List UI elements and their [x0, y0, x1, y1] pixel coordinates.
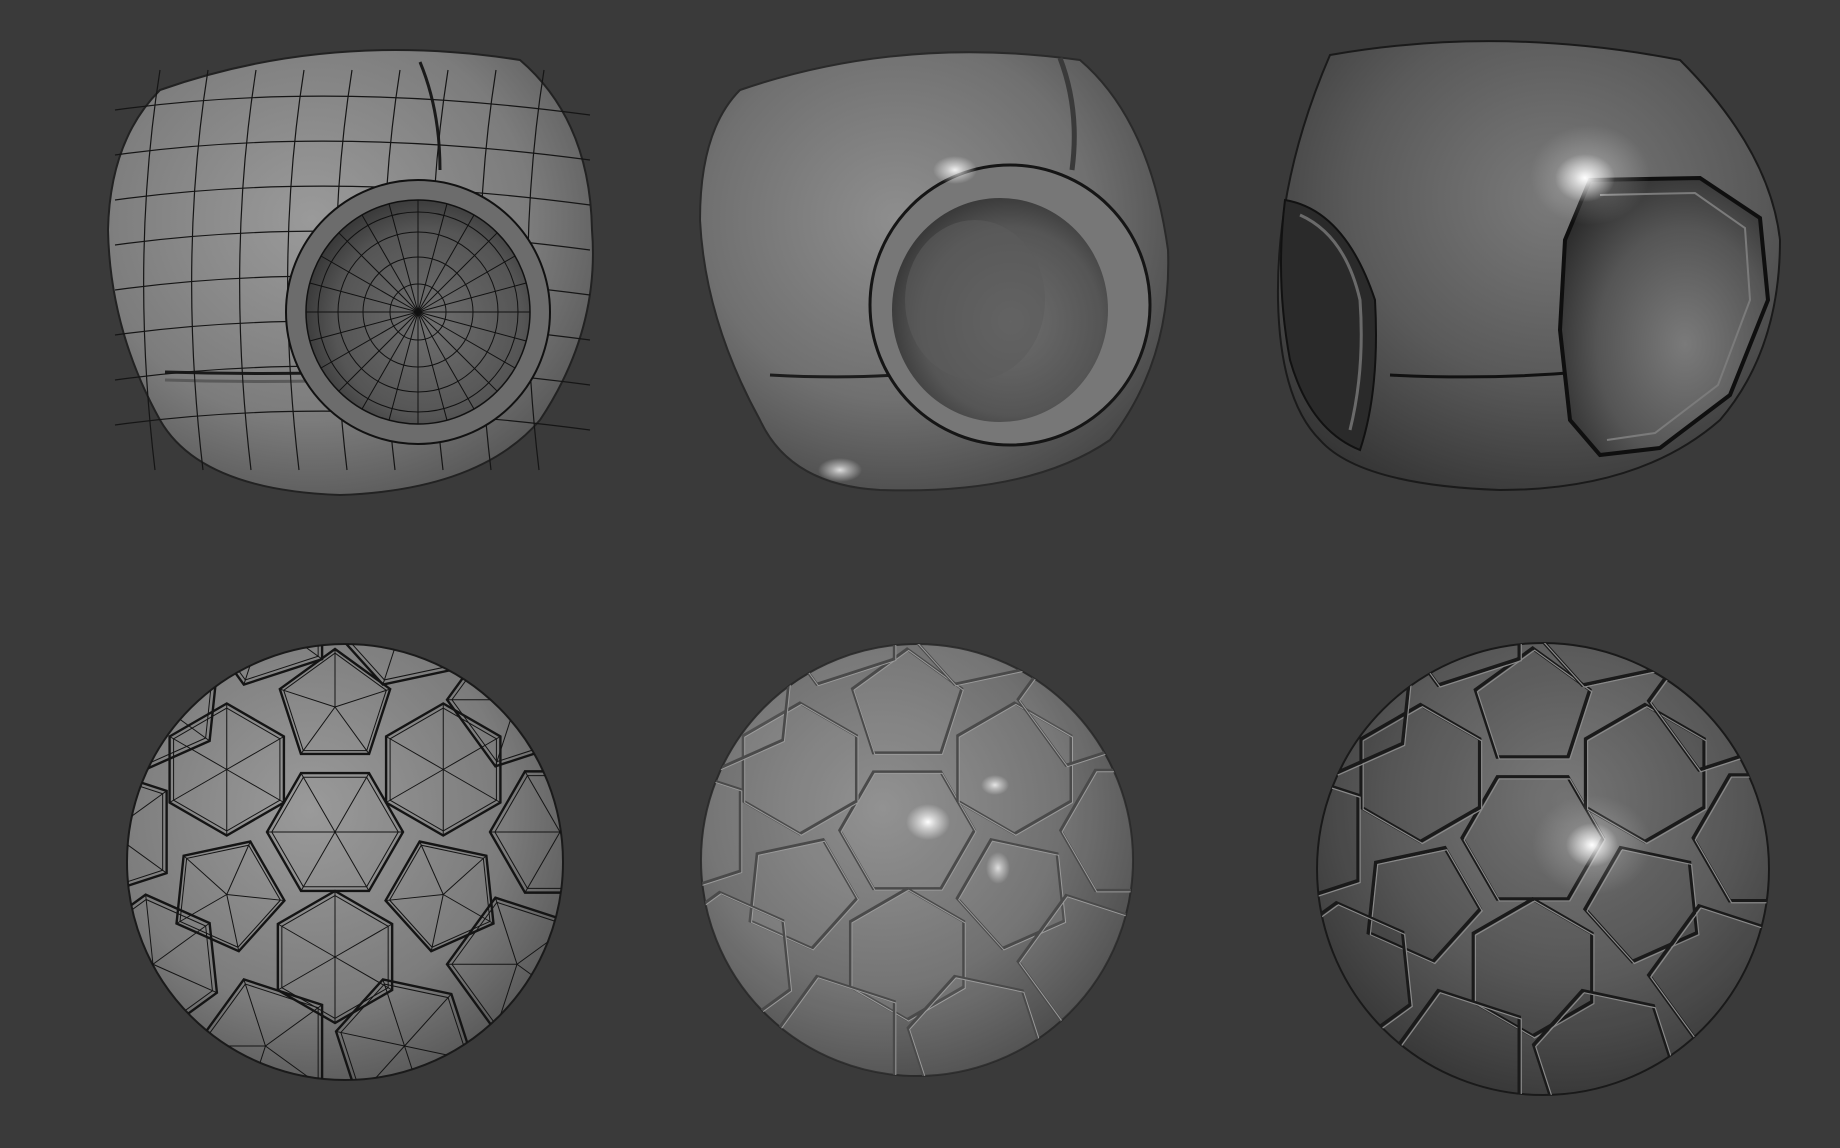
soccer-ball-smooth: [700, 643, 1134, 1077]
viewport-3d: [0, 0, 1840, 1148]
cut-ball-smooth: [698, 51, 1170, 492]
cut-ball-wireframe: [106, 49, 594, 497]
cut-ball-glossy: [1276, 40, 1782, 492]
soccer-ball-wireframe: [126, 643, 564, 1081]
soccer-ball-glossy: [1316, 642, 1770, 1096]
render-canvas: [106, 40, 1782, 1096]
